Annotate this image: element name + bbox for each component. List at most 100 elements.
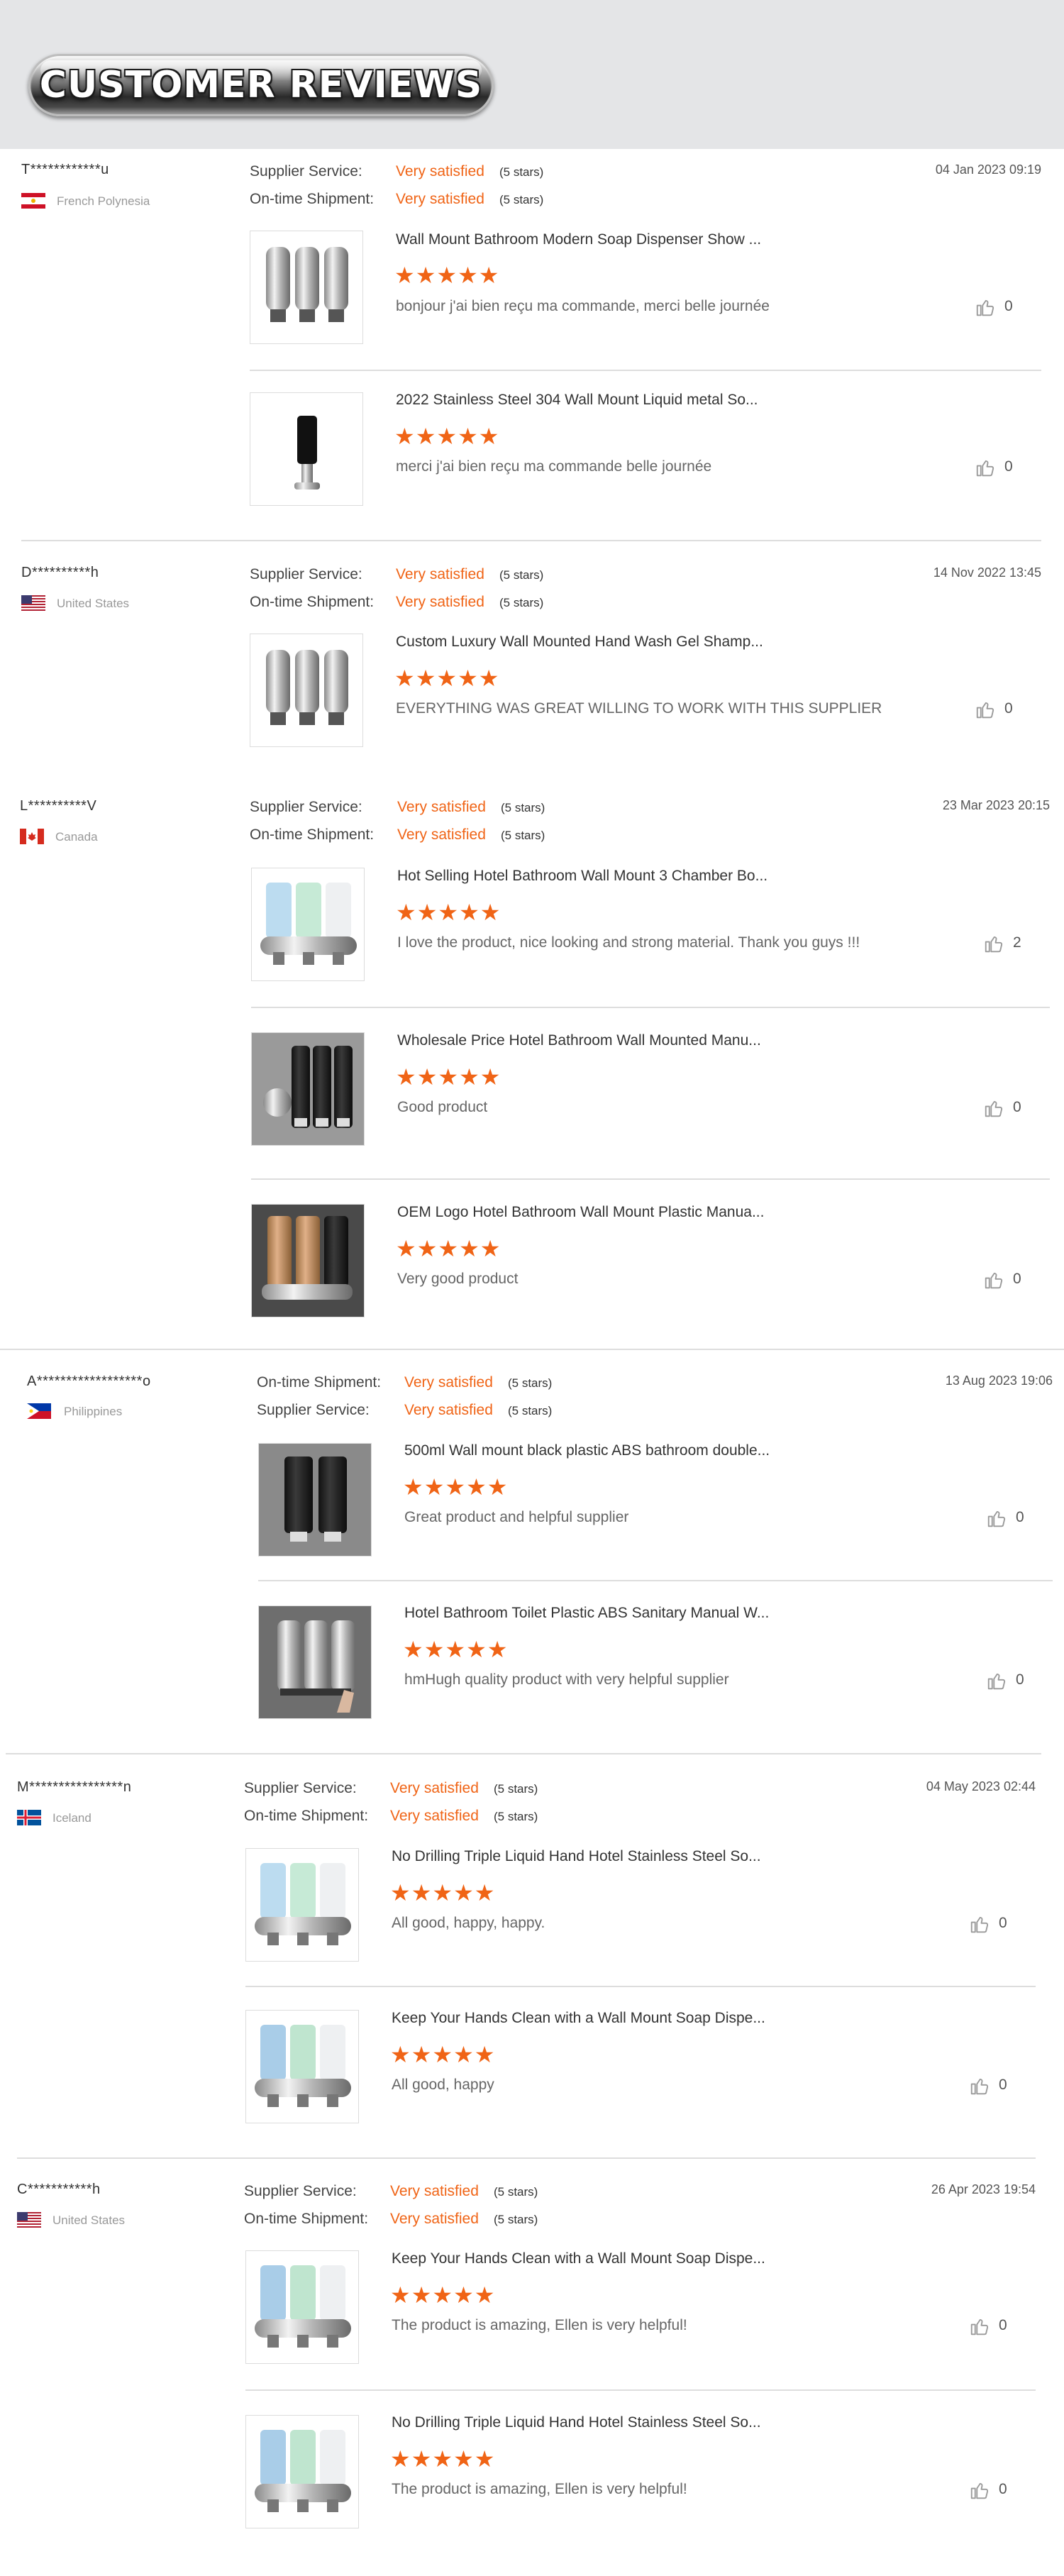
thumbs-up-icon[interactable] xyxy=(969,2316,990,2337)
header-banner: CUSTOMER REVIEWS xyxy=(0,0,1064,149)
product-title[interactable]: Hot Selling Hotel Bathroom Wall Mount 3 … xyxy=(397,868,767,885)
page-title: CUSTOMER REVIEWS xyxy=(39,64,483,106)
review-comment: Good product xyxy=(397,1099,488,1115)
metric-value: Very satisfied xyxy=(396,594,484,610)
like-count: 0 xyxy=(1004,298,1013,314)
thumbs-up-icon[interactable] xyxy=(983,933,1004,954)
metric-label: On-time Shipment: xyxy=(250,191,375,207)
product-title[interactable]: Custom Luxury Wall Mounted Hand Wash Gel… xyxy=(396,634,763,651)
like-count: 0 xyxy=(1004,700,1013,717)
metric-stars: (5 stars) xyxy=(494,1782,538,1796)
metric-label: Supplier Service: xyxy=(250,566,362,582)
like-count: 0 xyxy=(999,2077,1007,2093)
product-thumbnail[interactable] xyxy=(251,868,365,981)
review-date: 04 Jan 2023 09:19 xyxy=(935,162,1041,177)
flag-united-states-icon xyxy=(17,2212,41,2228)
product-thumbnail[interactable] xyxy=(245,2415,359,2528)
metric-label: Supplier Service: xyxy=(250,163,362,179)
star-rating: ★★★★★ xyxy=(390,1880,496,1906)
review-comment: bonjour j'ai bien reçu ma commande, merc… xyxy=(396,298,770,314)
buyer-country: Philippines xyxy=(64,1405,123,1418)
flag-united-states-icon xyxy=(21,595,45,611)
thumbs-up-icon[interactable] xyxy=(969,2480,990,2501)
buyer-country: United States xyxy=(57,597,130,610)
review-comment: All good, happy, happy. xyxy=(392,1915,545,1931)
product-thumbnail[interactable] xyxy=(258,1443,372,1557)
thumbs-up-icon[interactable] xyxy=(969,1913,990,1935)
product-title[interactable]: Keep Your Hands Clean with a Wall Mount … xyxy=(392,2010,765,2027)
thumbs-up-icon[interactable] xyxy=(969,2075,990,2096)
like-count: 0 xyxy=(999,2481,1007,2497)
buyer-country: Iceland xyxy=(52,1811,92,1825)
like-count: 0 xyxy=(1016,1509,1024,1525)
review-date: 23 Mar 2023 20:15 xyxy=(942,798,1050,812)
review-comment: I love the product, nice looking and str… xyxy=(397,934,860,951)
thumbs-up-icon[interactable] xyxy=(975,699,996,720)
metric-value: Very satisfied xyxy=(404,1374,493,1391)
thumbs-up-icon[interactable] xyxy=(986,1670,1007,1691)
thumbs-up-icon[interactable] xyxy=(983,1098,1004,1119)
star-rating: ★★★★★ xyxy=(403,1637,509,1662)
thumbs-up-icon[interactable] xyxy=(983,1269,1004,1290)
star-rating: ★★★★★ xyxy=(390,2446,496,2472)
metric-stars: (5 stars) xyxy=(499,596,544,609)
buyer-name: D**********h xyxy=(21,565,99,580)
product-divider xyxy=(258,1580,1053,1581)
metric-value: Very satisfied xyxy=(390,2211,479,2227)
product-thumbnail[interactable] xyxy=(251,1204,365,1317)
product-title[interactable]: Keep Your Hands Clean with a Wall Mount … xyxy=(392,2250,765,2267)
buyer-name: L**********V xyxy=(20,798,97,814)
buyer-country: French Polynesia xyxy=(57,194,150,208)
product-thumbnail[interactable] xyxy=(250,634,363,747)
review-comment: hmHugh quality product with very helpful… xyxy=(404,1671,729,1688)
metric-stars: (5 stars) xyxy=(494,2213,538,2226)
product-title[interactable]: No Drilling Triple Liquid Hand Hotel Sta… xyxy=(392,1848,761,1865)
thumbs-up-icon[interactable] xyxy=(975,457,996,478)
review-divider xyxy=(6,1753,1041,1754)
product-divider xyxy=(245,2389,1036,2391)
product-thumbnail[interactable] xyxy=(245,2250,359,2364)
star-rating: ★★★★★ xyxy=(390,2282,496,2308)
product-title[interactable]: OEM Logo Hotel Bathroom Wall Mount Plast… xyxy=(397,1204,764,1221)
buyer-name: T************u xyxy=(21,162,109,177)
like-count: 0 xyxy=(1004,458,1013,475)
product-title[interactable]: Hotel Bathroom Toilet Plastic ABS Sanita… xyxy=(404,1605,769,1622)
product-title[interactable]: 500ml Wall mount black plastic ABS bathr… xyxy=(404,1442,770,1459)
product-thumbnail[interactable] xyxy=(245,1848,359,1962)
product-title[interactable]: Wholesale Price Hotel Bathroom Wall Moun… xyxy=(397,1032,761,1049)
like-count: 2 xyxy=(1013,934,1021,951)
buyer-name: C***********h xyxy=(17,2182,101,2197)
product-thumbnail[interactable] xyxy=(250,231,363,344)
buyer-name: M****************n xyxy=(17,1779,132,1795)
product-title[interactable]: Wall Mount Bathroom Modern Soap Dispense… xyxy=(396,231,761,248)
review-comment: All good, happy xyxy=(392,2077,494,2093)
metric-value: Very satisfied xyxy=(390,1780,479,1796)
metric-label: Supplier Service: xyxy=(250,799,362,815)
review-comment: merci j'ai bien reçu ma commande belle j… xyxy=(396,458,712,475)
metric-stars: (5 stars) xyxy=(501,829,545,842)
flag-iceland-icon xyxy=(17,1810,41,1825)
review-comment: Very good product xyxy=(397,1271,519,1287)
metric-label: Supplier Service: xyxy=(244,1780,357,1796)
product-thumbnail[interactable] xyxy=(258,1605,372,1719)
star-rating: ★★★★★ xyxy=(396,900,501,925)
thumbs-up-icon[interactable] xyxy=(986,1508,1007,1529)
star-rating: ★★★★★ xyxy=(394,424,500,449)
product-thumbnail[interactable] xyxy=(251,1032,365,1146)
star-rating: ★★★★★ xyxy=(403,1474,509,1500)
product-title[interactable]: No Drilling Triple Liquid Hand Hotel Sta… xyxy=(392,2414,761,2431)
product-divider xyxy=(251,1007,1050,1008)
star-rating: ★★★★★ xyxy=(390,2042,496,2067)
flag-philippines-icon xyxy=(27,1403,51,1419)
product-title[interactable]: 2022 Stainless Steel 304 Wall Mount Liqu… xyxy=(396,392,758,409)
product-divider xyxy=(245,1986,1036,1987)
product-thumbnail[interactable] xyxy=(250,392,363,506)
metric-label: On-time Shipment: xyxy=(257,1374,382,1391)
metric-value: Very satisfied xyxy=(396,191,484,207)
product-thumbnail[interactable] xyxy=(245,2010,359,2123)
buyer-country: United States xyxy=(52,2213,126,2227)
metric-value: Very satisfied xyxy=(390,1808,479,1824)
thumbs-up-icon[interactable] xyxy=(975,297,996,318)
metric-stars: (5 stars) xyxy=(508,1376,553,1390)
buyer-country: Canada xyxy=(55,830,98,844)
